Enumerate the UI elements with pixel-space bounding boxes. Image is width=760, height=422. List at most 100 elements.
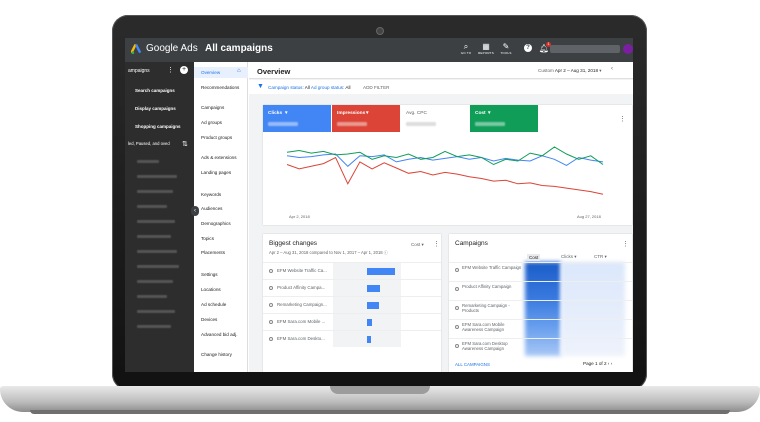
col-ctr[interactable]: CTR ▾ [594, 254, 607, 260]
add-filter-button[interactable]: ADD FILTER [363, 85, 389, 90]
performance-chart-card: Clicks▾ Impressions▾ Avg. CPC Cost▾ ⋮ [263, 105, 632, 225]
menu-change-history[interactable]: Change history [201, 352, 232, 357]
change-row[interactable]: EFM Website Traffic Ca... [263, 262, 441, 279]
menu-locations[interactable]: Locations [201, 287, 221, 292]
pagination: Page 1 of 2 ‹ › [583, 361, 613, 366]
more-vert-icon[interactable]: ⋮ [167, 66, 174, 74]
goto-button[interactable]: ⌕ GO TO [458, 42, 474, 55]
more-vert-icon[interactable]: ⋮ [622, 240, 629, 248]
menu-ads-extensions[interactable]: Ads & extensions [201, 155, 237, 160]
blurred-item [137, 310, 175, 313]
blurred-item [137, 160, 159, 163]
active-filters[interactable]: Campaign status: All Ad group status: Al… [268, 85, 351, 90]
filter-bar: ▼ Campaign status: All Ad group status: … [249, 80, 633, 94]
campaign-name[interactable]: EFM Sara.com Mobile Awareness Campaign [462, 322, 522, 332]
campaign-row[interactable]: EFM Website Traffic Campaign [449, 262, 632, 279]
menu-product-groups[interactable]: Product groups [201, 135, 232, 140]
menu-settings[interactable]: Settings [201, 272, 218, 277]
reports-button[interactable]: ▦ REPORTS [478, 42, 494, 55]
all-campaigns-link[interactable]: ALL CAMPAIGNS [455, 362, 490, 367]
campaign-row[interactable]: Remarketing Campaign - Products [449, 300, 632, 317]
menu-demographics[interactable]: Demographics [201, 221, 231, 226]
campaigns-title: Campaigns [455, 240, 488, 247]
nav-display-campaigns[interactable]: Display campaigns [135, 106, 176, 111]
campaign-name[interactable]: Product Affinity Campaign [462, 284, 522, 289]
overview-header: Overview Custom Apr 2 – Aug 31, 2018 ▾ ‹ [249, 62, 633, 79]
tools-button[interactable]: ✎ TOOLS [498, 42, 514, 55]
account-info[interactable] [550, 45, 620, 53]
campaign-name[interactable]: Remarketing Campaign - Products [462, 303, 522, 313]
nav-search-campaigns[interactable]: Search campaigns [135, 88, 175, 93]
filter-icon[interactable]: ▼ [257, 83, 264, 90]
menu-ad-schedule[interactable]: Ad schedule [201, 302, 226, 307]
blurred-item [137, 325, 171, 328]
chevron-right-icon[interactable]: › [611, 361, 613, 366]
col-cost[interactable]: Cost [527, 254, 541, 261]
blurred-item [137, 190, 173, 193]
campaign-name[interactable]: EFM Sara.com Desktop Awareness Campaign [462, 341, 522, 351]
menu-topics[interactable]: Topics [201, 236, 214, 241]
page-menu: ⌂ Overview Recommendations Campaigns Ad … [194, 62, 248, 372]
campaign-tree-nav: ampaigns ⋮ + Search campaigns Display ca… [125, 62, 194, 372]
campaign-status-icon [269, 337, 273, 341]
change-bar [367, 285, 381, 292]
col-clicks[interactable]: Clicks ▾ [561, 254, 577, 260]
main-content: Overview Custom Apr 2 – Aug 31, 2018 ▾ ‹… [249, 62, 633, 372]
change-bar [367, 336, 371, 343]
menu-overview[interactable]: Overview [201, 70, 220, 75]
campaign-status-icon [269, 286, 273, 290]
campaign-status-icon [455, 344, 459, 348]
menu-keywords[interactable]: Keywords [201, 192, 221, 197]
change-row[interactable]: Product Affinity Campa... [263, 279, 441, 296]
info-icon: ⓘ [383, 250, 388, 255]
blurred-item [137, 220, 175, 223]
google-ads-logo-icon [131, 44, 141, 55]
add-icon[interactable]: + [180, 66, 188, 74]
campaign-row[interactable]: EFM Sara.com Desktop Awareness Campaign [449, 338, 632, 355]
change-row[interactable]: EFM Sara.com Deskto... [263, 330, 441, 347]
menu-audiences[interactable]: Audiences [201, 206, 222, 211]
change-bar [367, 302, 380, 309]
help-button[interactable]: ? [520, 44, 536, 52]
menu-placements[interactable]: Placements [201, 250, 225, 255]
more-vert-icon[interactable]: ⋮ [433, 240, 440, 248]
menu-recommendations[interactable]: Recommendations [201, 85, 239, 90]
menu-campaigns[interactable]: Campaigns [201, 105, 224, 110]
x-axis-start-label: Apr 2, 2018 [289, 214, 310, 219]
blurred-item [137, 250, 177, 253]
campaign-row[interactable]: EFM Sara.com Mobile Awareness Campaign [449, 319, 632, 336]
laptop-mockup: Google Ads All campaigns ⌕ GO TO ▦ REPOR… [0, 0, 760, 422]
home-icon: ⌂ [237, 68, 241, 74]
sort-icon[interactable]: ⇅ [182, 140, 188, 148]
change-row[interactable]: EFM Sara.com Mobile ... [263, 313, 441, 330]
comparison-range: Apr 2 – Aug 31, 2018 compared to Nov 1, … [269, 250, 388, 255]
menu-ad-groups[interactable]: Ad groups [201, 120, 222, 125]
date-range-picker[interactable]: Custom Apr 2 – Aug 31, 2018 ▾ [538, 68, 602, 74]
series-line-impressions [286, 156, 604, 195]
nav-shopping-campaigns[interactable]: Shopping campaigns [135, 124, 181, 129]
metric-selector[interactable]: Cost ▾ [411, 242, 424, 248]
campaign-row[interactable]: Product Affinity Campaign [449, 281, 632, 298]
collapse-menu-button[interactable]: ‹ [191, 206, 199, 216]
nav-header: ampaigns [128, 68, 150, 74]
laptop-notch [330, 386, 430, 394]
x-axis-end-label: Aug 27, 2018 [577, 214, 601, 219]
menu-landing-pages[interactable]: Landing pages [201, 170, 231, 175]
change-row-label: EFM Website Traffic Ca... [277, 268, 327, 273]
campaign-name[interactable]: EFM Website Traffic Campaign [462, 265, 522, 270]
page-title[interactable]: All campaigns [205, 43, 273, 54]
chevron-left-icon[interactable]: ‹ [608, 361, 610, 366]
avatar[interactable] [623, 44, 633, 54]
menu-advanced-bid[interactable]: Advanced bid adj. [201, 332, 238, 337]
blurred-item [137, 265, 179, 268]
campaign-status-icon [455, 325, 459, 329]
search-icon: ⌕ [463, 42, 469, 51]
campaign-status-icon [455, 306, 459, 310]
help-icon: ? [524, 44, 532, 52]
menu-devices[interactable]: Devices [201, 317, 217, 322]
change-row[interactable]: Remarketing Campaign... [263, 296, 441, 313]
date-prev-next-icon[interactable]: ‹ [611, 66, 613, 72]
series-line-clicks [286, 153, 604, 167]
status-filter-label[interactable]: led, Paused, and oved [128, 141, 176, 146]
change-bar [367, 319, 372, 326]
